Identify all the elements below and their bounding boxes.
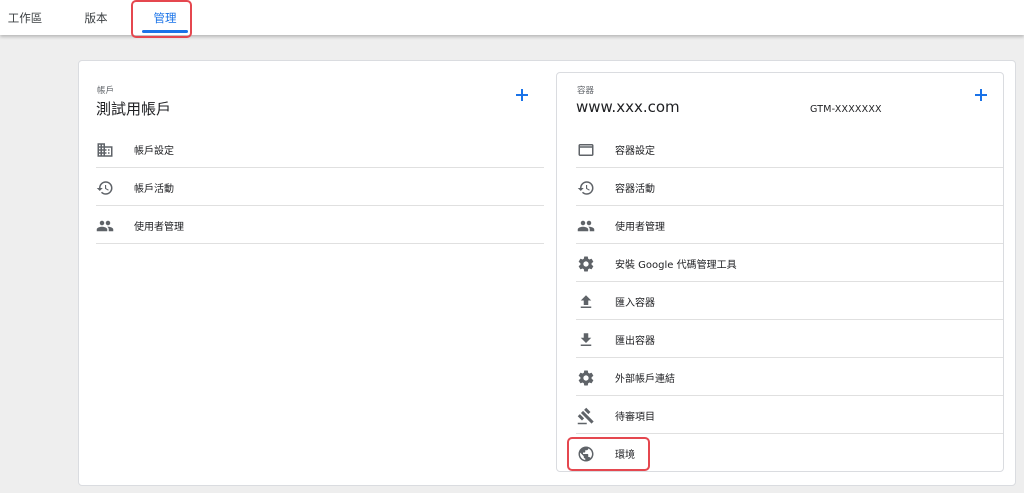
install-gtm-row[interactable]: 安裝 Google 代碼管理工具: [576, 244, 1003, 282]
people-icon: [577, 217, 595, 235]
account-activity-label: 帳戶活動: [134, 184, 174, 195]
approval-queue-label: 待審項目: [615, 412, 655, 423]
import-container-label: 匯入容器: [615, 298, 655, 309]
external-account-links-row[interactable]: 外部帳戶連結: [576, 358, 1003, 396]
container-name: www.xxx.com: [576, 98, 680, 116]
browser-window-icon: [577, 141, 595, 159]
container-id: GTM-XXXXXXX: [810, 104, 882, 115]
container-user-management-label: 使用者管理: [615, 222, 665, 233]
environments-row[interactable]: 環境: [576, 434, 1003, 472]
download-icon: [577, 331, 595, 349]
container-activity-label: 容器活動: [615, 184, 655, 195]
account-user-management-label: 使用者管理: [134, 222, 184, 233]
gavel-icon: [577, 407, 595, 425]
container-activity-row[interactable]: 容器活動: [576, 168, 1003, 206]
export-container-row[interactable]: 匯出容器: [576, 320, 1003, 358]
container-settings-label: 容器設定: [615, 146, 655, 157]
account-settings-row[interactable]: 帳戶設定: [96, 130, 544, 168]
account-user-management-row[interactable]: 使用者管理: [96, 206, 544, 244]
globe-icon: [577, 445, 595, 463]
add-account-icon[interactable]: [514, 87, 530, 103]
container-settings-row[interactable]: 容器設定: [576, 130, 1003, 168]
account-section-label: 帳戶: [97, 86, 115, 96]
account-activity-row[interactable]: 帳戶活動: [96, 168, 544, 206]
gear-icon: [577, 369, 595, 387]
import-container-row[interactable]: 匯入容器: [576, 282, 1003, 320]
approval-queue-row[interactable]: 待審項目: [576, 396, 1003, 434]
people-icon: [96, 217, 114, 235]
gear-icon: [577, 255, 595, 273]
account-settings-label: 帳戶設定: [134, 146, 174, 157]
container-section-label: 容器: [577, 86, 595, 96]
top-navigation-bar: 工作區 版本 管理: [0, 0, 1024, 35]
container-user-management-row[interactable]: 使用者管理: [576, 206, 1003, 244]
install-gtm-label: 安裝 Google 代碼管理工具: [615, 260, 737, 271]
add-container-icon[interactable]: [973, 87, 989, 103]
export-container-label: 匯出容器: [615, 336, 655, 347]
environments-label: 環境: [615, 450, 635, 461]
building-icon: [96, 141, 114, 159]
history-icon: [96, 179, 114, 197]
tab-workspace[interactable]: 工作區: [0, 0, 50, 35]
tab-versions[interactable]: 版本: [74, 0, 118, 35]
history-icon: [577, 179, 595, 197]
active-tab-indicator: [142, 30, 188, 33]
external-account-links-label: 外部帳戶連結: [615, 374, 675, 385]
account-name: 測試用帳戶: [96, 100, 172, 118]
upload-icon: [577, 293, 595, 311]
